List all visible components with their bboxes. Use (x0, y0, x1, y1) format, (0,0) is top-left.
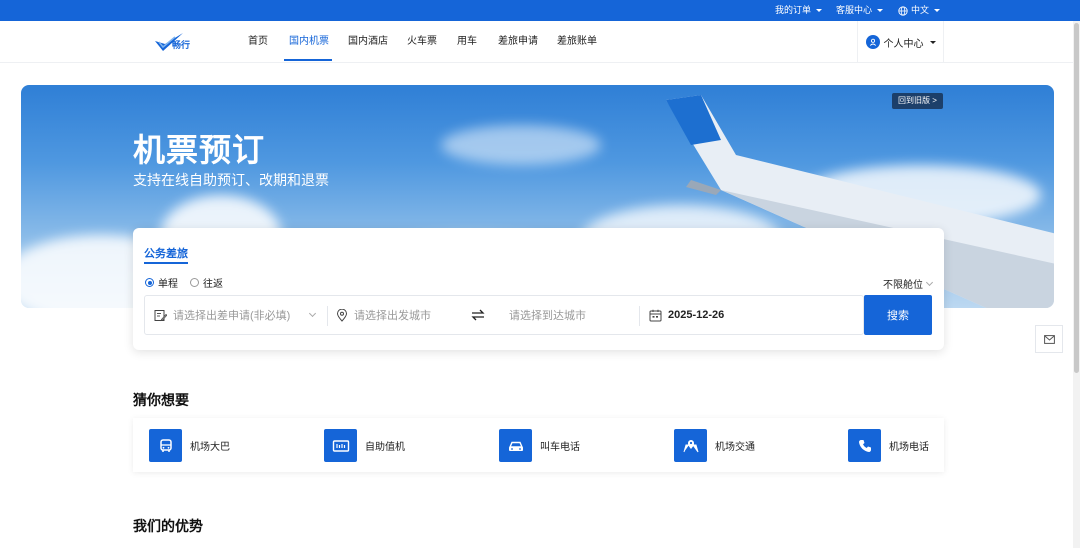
user-center-label: 个人中心 (883, 38, 924, 50)
arrival-city-placeholder: 请选择到达城市 (509, 310, 586, 322)
user-center-menu[interactable]: 个人中心 (857, 21, 944, 63)
service-center-label: 客服中心 (836, 5, 873, 15)
globe-icon (898, 5, 908, 16)
language-label: 中文 (911, 5, 930, 15)
one-way-radio[interactable] (145, 278, 154, 287)
my-orders-menu[interactable]: 我的订单 (775, 0, 823, 21)
user-avatar-icon (865, 35, 880, 49)
page-scrollbar[interactable] (1073, 21, 1080, 548)
language-menu[interactable]: 中文 (898, 0, 941, 21)
quick-taxi-phone[interactable]: 叫车电话 (499, 429, 580, 462)
message-button[interactable] (1035, 325, 1063, 353)
nav-domestic-flights[interactable]: 国内机票 (289, 21, 329, 63)
round-trip-radio[interactable] (190, 278, 199, 287)
chevron-down-icon (816, 9, 823, 12)
chevron-down-icon (929, 40, 936, 44)
search-button[interactable]: 搜索 (864, 295, 932, 335)
field-divider (327, 306, 328, 326)
flight-search-card: 公务差旅 单程 往返 不限舱位 请选择出差申请(非必填) 请选择出发城市 请选择… (133, 228, 944, 350)
chevron-down-icon (925, 278, 934, 286)
nav-car-service[interactable]: 用车 (457, 21, 477, 63)
advantage-section-title: 我们的优势 (133, 518, 203, 534)
location-pin-icon (336, 308, 348, 322)
departure-city-input[interactable]: 请选择出发城市 (336, 296, 466, 334)
swap-arrows-icon (471, 309, 485, 321)
cabin-class-label: 不限舱位 (883, 280, 923, 291)
back-to-old-version-button[interactable]: 回到旧版 > (892, 93, 943, 109)
one-way-label[interactable]: 单程 (158, 275, 178, 290)
chevron-down-icon (309, 309, 317, 318)
my-orders-label: 我的订单 (775, 5, 812, 15)
car-icon (499, 429, 532, 462)
search-fields: 请选择出差申请(非必填) 请选择出发城市 请选择到达城市 2025-12-26 (144, 295, 864, 335)
swap-cities-button[interactable] (471, 296, 491, 334)
hero-subtitle: 支持在线自助预订、改期和退票 (133, 172, 329, 188)
arrival-city-input[interactable]: 请选择到达城市 (509, 296, 639, 334)
departure-date-value: 2025-12-26 (668, 309, 725, 321)
quick-airport-transport[interactable]: 机场交通 (674, 429, 755, 462)
tab-business-travel[interactable]: 公务差旅 (144, 245, 188, 261)
nav-travel-application[interactable]: 差旅申请 (498, 21, 538, 63)
quick-airport-bus-label: 机场大巴 (190, 442, 230, 453)
map-location-icon (674, 429, 707, 462)
mail-icon (1043, 334, 1055, 344)
service-center-menu[interactable]: 客服中心 (836, 0, 884, 21)
edit-form-icon (154, 309, 167, 321)
chevron-down-icon (877, 9, 884, 12)
active-tab-indicator (284, 59, 332, 61)
nav-travel-bills[interactable]: 差旅账单 (557, 21, 597, 63)
phone-icon (848, 429, 881, 462)
nav-domestic-hotels[interactable]: 国内酒店 (348, 21, 388, 63)
quick-taxi-phone-label: 叫车电话 (540, 442, 580, 453)
logo-text: 畅行 (172, 40, 191, 50)
departure-date-picker[interactable]: 2025-12-26 (649, 296, 769, 334)
quick-airport-transport-label: 机场交通 (715, 442, 755, 453)
departure-city-placeholder: 请选择出发城市 (354, 310, 431, 322)
quick-airport-phone-label: 机场电话 (889, 442, 929, 453)
main-nav: 畅行 首页 国内机票 国内酒店 火车票 用车 差旅申请 差旅账单 个人中心 (0, 21, 1080, 63)
nav-train-tickets[interactable]: 火车票 (407, 21, 437, 63)
quick-services: 机场大巴 自助值机 叫车电话 机场交通 机场电话 (133, 418, 944, 472)
quick-self-checkin[interactable]: 自助值机 (324, 429, 405, 462)
quick-airport-phone[interactable]: 机场电话 (848, 429, 929, 462)
chevron-down-icon (934, 9, 941, 12)
travel-application-select[interactable]: 请选择出差申请(非必填) (154, 296, 324, 334)
bus-icon (149, 429, 182, 462)
trip-type-group: 单程 往返 (145, 275, 223, 290)
scrollbar-thumb[interactable] (1074, 23, 1079, 373)
nav-home[interactable]: 首页 (248, 21, 268, 63)
guess-section-title: 猜你想要 (133, 392, 189, 408)
calendar-icon (649, 309, 662, 321)
tab-indicator (144, 262, 188, 264)
round-trip-label[interactable]: 往返 (203, 275, 223, 290)
travel-application-placeholder: 请选择出差申请(非必填) (173, 310, 291, 322)
field-divider (639, 306, 640, 326)
top-utility-bar: 我的订单 客服中心 中文 (0, 0, 1080, 21)
checkin-kiosk-icon (324, 429, 357, 462)
quick-airport-bus[interactable]: 机场大巴 (149, 429, 230, 462)
cabin-class-select[interactable]: 不限舱位 (883, 276, 934, 291)
hero-title: 机票预订 (133, 132, 266, 168)
quick-self-checkin-label: 自助值机 (365, 442, 405, 453)
